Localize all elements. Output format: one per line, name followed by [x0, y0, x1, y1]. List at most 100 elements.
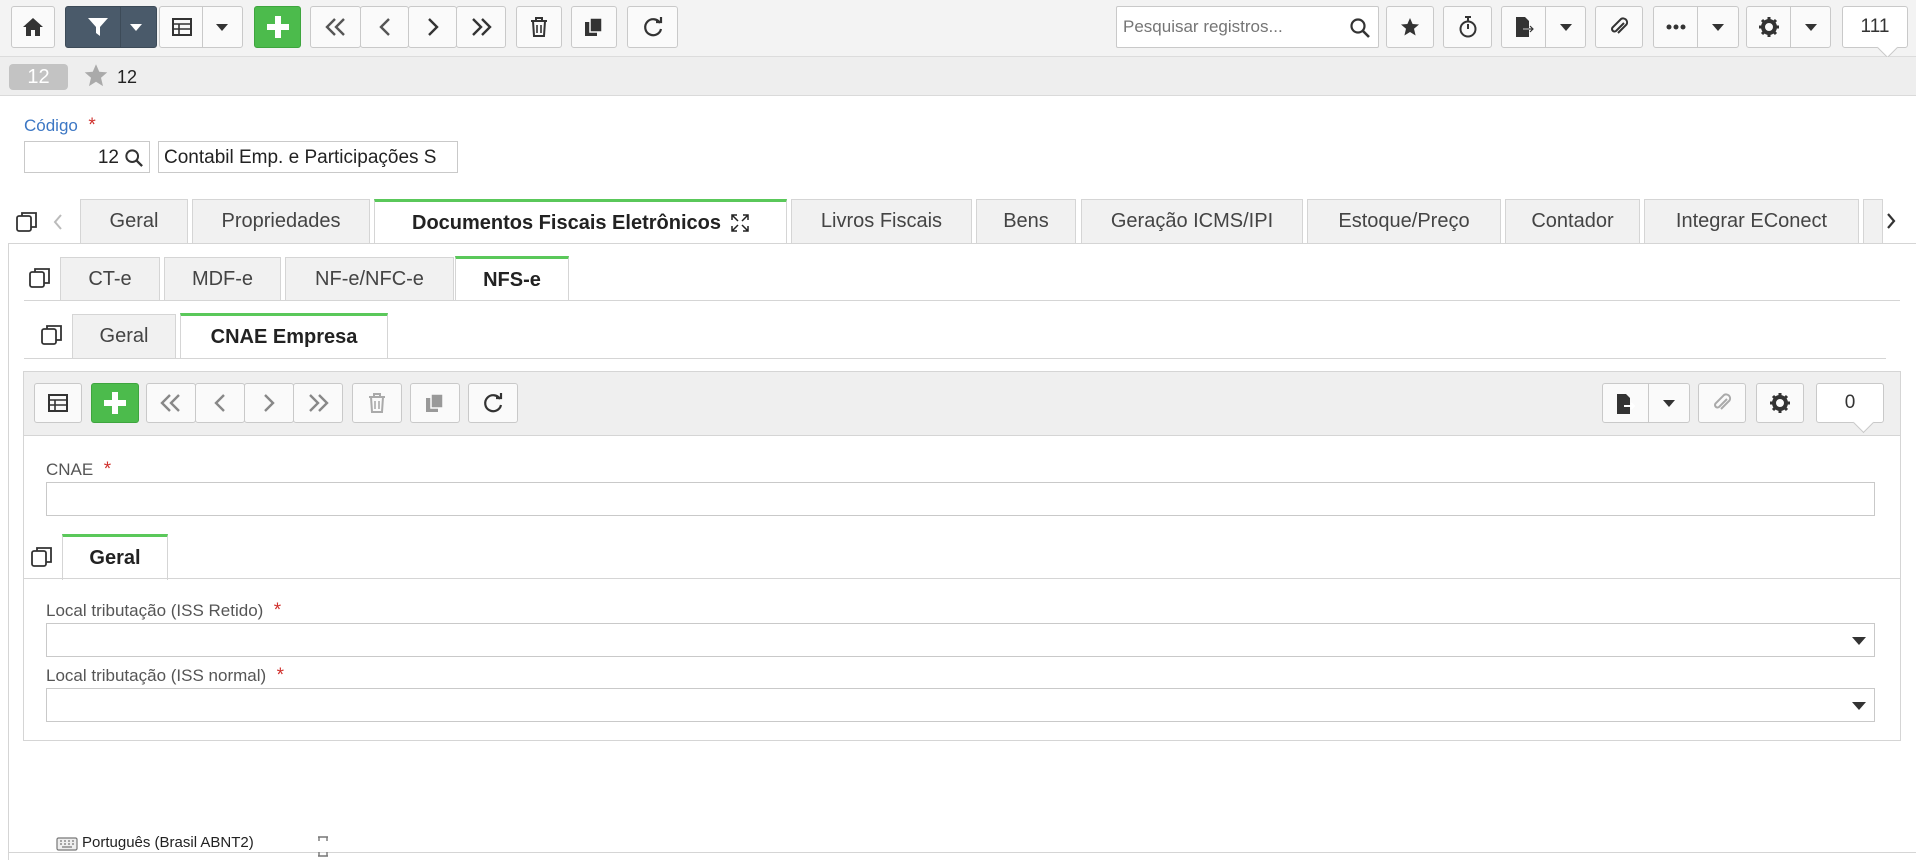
duplicate-button[interactable]: [571, 6, 617, 48]
tab-geral[interactable]: Geral: [80, 199, 188, 243]
codigo-label-row: Código *: [24, 115, 96, 137]
prev-record-button[interactable]: [360, 6, 409, 48]
descricao-field[interactable]: Contabil Emp. e Participações S: [158, 141, 458, 173]
tab-cte[interactable]: CT-e: [60, 257, 160, 300]
copy-tab-icon[interactable]: [15, 210, 39, 234]
add-button[interactable]: [254, 6, 301, 48]
codigo-input[interactable]: 12: [24, 141, 150, 173]
doc-tabs-underline: [24, 300, 1900, 301]
tab-label: Integrar EConect: [1675, 210, 1828, 232]
favorites-button[interactable]: [1386, 6, 1434, 48]
tabs-scroll-right-icon[interactable]: [1885, 212, 1897, 230]
last-icon: [309, 394, 329, 412]
search-icon[interactable]: [125, 149, 143, 167]
main-toolbar: 111: [0, 0, 1916, 57]
content-border-left: [8, 243, 9, 860]
star-icon[interactable]: [83, 63, 109, 88]
home-button[interactable]: [11, 6, 55, 48]
view-grid-button[interactable]: [159, 6, 243, 48]
cnae-input[interactable]: [46, 482, 1875, 516]
iss-retido-label: Local tributação (ISS Retido): [46, 601, 264, 620]
tab-nfse-geral[interactable]: Geral: [72, 314, 176, 358]
export-button[interactable]: [1602, 383, 1690, 423]
tab-label: CT-e: [88, 267, 132, 290]
home-icon: [23, 18, 43, 36]
settings-button[interactable]: [1756, 383, 1804, 423]
tab-label: Livros Fiscais: [820, 210, 943, 232]
first-record-button[interactable]: [310, 6, 361, 48]
duplicate-button[interactable]: [410, 383, 460, 423]
export-button[interactable]: [1501, 6, 1586, 48]
tab-bens[interactable]: Bens: [976, 199, 1076, 243]
tab-estoque-preco[interactable]: Estoque/Preço: [1307, 199, 1501, 243]
copy-tab-icon[interactable]: [40, 323, 64, 347]
refresh-button[interactable]: [627, 6, 678, 48]
delete-button[interactable]: [352, 383, 402, 423]
star-icon: [1401, 18, 1419, 36]
more-actions-button[interactable]: [1653, 6, 1739, 48]
attachment-button[interactable]: [1595, 6, 1643, 48]
filter-button[interactable]: [65, 6, 157, 48]
chevron-down-icon: [1663, 400, 1675, 407]
chevron-down-icon: [130, 24, 142, 31]
tab-contador[interactable]: Contador: [1505, 199, 1640, 243]
tab-nfe-nfce[interactable]: NF-e/NFC-e: [285, 257, 454, 300]
chevron-down-icon[interactable]: [1852, 637, 1866, 646]
tab-livros-fiscais[interactable]: Livros Fiscais: [791, 199, 972, 243]
iss-retido-select[interactable]: [46, 623, 1875, 657]
tab-label: Documentos Fiscais Eletrônicos: [412, 211, 721, 234]
settings-button[interactable]: [1746, 6, 1831, 48]
attachment-button[interactable]: [1698, 383, 1746, 423]
add-button[interactable]: [91, 383, 139, 423]
record-count: 0: [1816, 383, 1884, 423]
next-record-button[interactable]: [244, 383, 294, 423]
tab-overflow[interactable]: [1863, 199, 1883, 243]
tab-documentos-fiscais[interactable]: Documentos Fiscais Eletrônicos: [374, 199, 787, 244]
first-record-button[interactable]: [146, 383, 196, 423]
tab-label: Geral: [99, 325, 149, 347]
search-input[interactable]: [1121, 9, 1341, 45]
last-icon: [472, 18, 492, 36]
copy-tab-icon[interactable]: [28, 266, 52, 290]
refresh-button[interactable]: [468, 383, 518, 423]
export-icon: [1516, 17, 1535, 37]
chevron-down-icon[interactable]: [1852, 702, 1866, 711]
prev-record-button[interactable]: [195, 383, 245, 423]
search-box[interactable]: [1116, 6, 1379, 48]
chevron-down-icon: [1560, 24, 1572, 31]
keyboard-layout-indicator[interactable]: Português (Brasil ABNT2): [56, 834, 254, 851]
tab-propriedades[interactable]: Propriedades: [192, 199, 370, 243]
required-mark: *: [276, 665, 285, 686]
last-record-button[interactable]: [456, 6, 506, 48]
delete-button[interactable]: [516, 6, 562, 48]
paperclip-icon: [1714, 393, 1732, 410]
last-record-button[interactable]: [293, 383, 343, 423]
main-tabs-underline: [8, 243, 1916, 244]
inner-tabs-underline: [24, 578, 1900, 579]
stopwatch-icon: [1459, 16, 1476, 38]
tab-label: CNAE Empresa: [210, 326, 358, 348]
next-record-button[interactable]: [408, 6, 457, 48]
tab-cnae-empresa[interactable]: CNAE Empresa: [180, 313, 388, 359]
tab-inner-geral[interactable]: Geral: [62, 534, 168, 580]
iss-normal-label: Local tributação (ISS normal): [46, 666, 267, 685]
iss-normal-select[interactable]: [46, 688, 1875, 722]
nfse-tabs-underline: [24, 358, 1886, 359]
search-icon[interactable]: [1350, 18, 1370, 38]
tab-nfse[interactable]: NFS-e: [455, 256, 569, 301]
tabs-scroll-left-icon[interactable]: [52, 213, 64, 231]
expand-icon[interactable]: [731, 214, 749, 232]
refresh-icon: [484, 393, 503, 413]
tab-label: Geração ICMS/IPI: [1110, 210, 1274, 232]
copy-tab-icon[interactable]: [30, 545, 54, 569]
record-title: 12: [117, 67, 138, 87]
chevron-down-icon: [1805, 24, 1817, 31]
tab-integrar-econect[interactable]: Integrar EConect: [1644, 199, 1859, 243]
tab-geracao-icms-ipi[interactable]: Geração ICMS/IPI: [1081, 199, 1303, 243]
tab-mdfe[interactable]: MDF-e: [164, 257, 281, 300]
resize-handle-icon[interactable]: [316, 836, 330, 858]
view-grid-button[interactable]: [34, 383, 82, 423]
trash-icon: [369, 393, 385, 413]
timer-button[interactable]: [1443, 6, 1492, 48]
next-icon: [264, 394, 275, 412]
